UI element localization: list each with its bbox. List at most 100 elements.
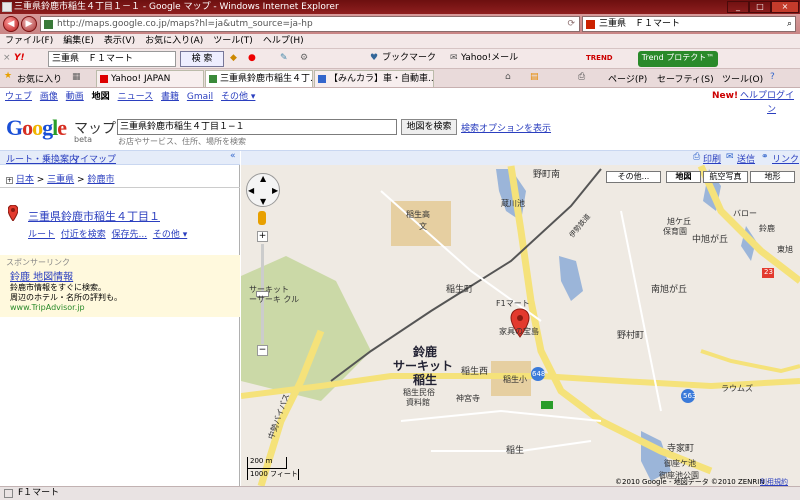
action-nearby[interactable]: 付近を検索: [61, 230, 106, 240]
nav-news[interactable]: ニュース: [118, 92, 154, 102]
menu-file[interactable]: ファイル(F): [0, 34, 58, 49]
ad-title-link[interactable]: 鈴鹿 地図情報: [10, 268, 73, 283]
google-logo[interactable]: Google: [6, 115, 67, 141]
tools-menu[interactable]: ツール(O): [722, 72, 763, 85]
send-link[interactable]: 送信: [737, 152, 755, 165]
star-icon[interactable]: ★: [4, 71, 12, 81]
record-icon[interactable]: ●: [248, 51, 256, 67]
trend-protect-button[interactable]: Trend プロテクト™: [638, 51, 718, 67]
tab-minkara[interactable]: 【みんカラ】車・自動車...: [314, 70, 434, 87]
pen-icon[interactable]: ✎: [280, 51, 288, 67]
favorites-button[interactable]: お気に入り: [17, 72, 62, 85]
action-route[interactable]: ルート: [28, 230, 55, 240]
result-marker-icon[interactable]: [7, 204, 19, 222]
map-label: 御座ケ池: [664, 459, 696, 468]
tab-google-maps[interactable]: 三重県鈴鹿市稲生４丁...: [205, 70, 313, 87]
send-icon[interactable]: ✉: [726, 152, 734, 162]
help-icon[interactable]: ?: [770, 72, 775, 82]
map-type-more[interactable]: その他...: [606, 171, 661, 183]
breadcrumb-mie[interactable]: 三重県: [47, 175, 74, 185]
minimize-button[interactable]: _: [727, 1, 749, 13]
permalink-link[interactable]: リンク: [772, 152, 799, 165]
link-icon[interactable]: ⚭: [761, 152, 769, 162]
zoom-in-button[interactable]: +: [257, 231, 268, 242]
print-icon[interactable]: ⎙: [578, 72, 585, 82]
close-window-button[interactable]: ×: [771, 1, 799, 13]
print-map-link[interactable]: 印刷: [703, 152, 721, 165]
map-view[interactable]: ⎙ 印刷 ✉ 送信 ⚭ リンク その他... 地図 航空写真 地形 ▲ ◀ ▶ …: [241, 151, 800, 486]
home-icon[interactable]: ⌂: [505, 72, 511, 82]
yahoo-search-button[interactable]: 検 索: [180, 51, 224, 67]
zoom-out-button[interactable]: −: [257, 345, 268, 356]
bookmark-button[interactable]: ブックマーク: [382, 51, 436, 67]
scale-bar-metric: 200 m: [247, 457, 287, 469]
pan-down-icon[interactable]: ▼: [260, 197, 266, 206]
tab-list-icon[interactable]: ▦: [72, 72, 81, 82]
trend-button[interactable]: TREND: [586, 51, 613, 67]
yahoo-toolbar: × Y! 三重県 Ｆ１マート 検 索 ◆ ● ✎ ⚙ ♥ ブックマーク ✉ Ya…: [0, 49, 800, 69]
ad-line-2: 周辺のホテル・名所の評判も。: [10, 293, 122, 302]
pan-left-icon[interactable]: ◀: [248, 186, 254, 195]
divider: [0, 187, 240, 188]
action-save[interactable]: 保存先...: [112, 230, 148, 240]
expand-icon[interactable]: +: [6, 177, 13, 184]
result-title[interactable]: 三重県鈴鹿市稲生４丁目１: [28, 208, 160, 224]
nav-images[interactable]: 画像: [40, 92, 58, 102]
pegman-icon[interactable]: [258, 211, 266, 225]
breadcrumb-suzuka[interactable]: 鈴鹿市: [87, 175, 114, 185]
menu-view[interactable]: 表示(V): [99, 34, 140, 49]
tab-yahoo[interactable]: Yahoo! JAPAN: [96, 70, 204, 87]
bus-stop-icon: [541, 401, 553, 409]
map-type-satellite[interactable]: 航空写真: [703, 171, 748, 183]
gear-icon[interactable]: ⚙: [300, 51, 308, 67]
maps-search-input[interactable]: 三重県鈴鹿市稲生４丁目１−１: [117, 119, 397, 135]
back-icon[interactable]: ◀: [3, 16, 19, 32]
site-favicon: [44, 20, 53, 29]
pan-up-icon[interactable]: ▲: [260, 174, 266, 183]
yahoo-tab-icon: [100, 75, 108, 83]
address-input[interactable]: http://maps.google.co.jp/maps?hl=ja&utm_…: [40, 16, 580, 32]
route-link[interactable]: ルート・乗換案内: [6, 152, 78, 165]
help-link[interactable]: ヘルプ: [740, 89, 767, 103]
search-map-button[interactable]: 地図を検索: [401, 119, 457, 135]
feed-icon[interactable]: ▤: [530, 72, 539, 82]
menu-help[interactable]: ヘルプ(H): [258, 34, 309, 49]
mymap-link[interactable]: マイマップ: [71, 152, 116, 165]
ad-url[interactable]: www.TripAdvisor.jp: [10, 303, 85, 312]
toolbar-close-icon[interactable]: ×: [3, 51, 11, 67]
yahoo-mail-button[interactable]: Yahoo!メール: [461, 51, 518, 67]
yahoo-logo-icon[interactable]: Y!: [14, 51, 25, 67]
breadcrumb-japan[interactable]: 日本: [16, 175, 34, 185]
pond-water: [559, 256, 583, 301]
collapse-sidebar-icon[interactable]: «: [230, 151, 236, 161]
main-road: [507, 165, 713, 475]
map-type-map[interactable]: 地図: [666, 171, 701, 183]
shield-icon[interactable]: ◆: [230, 51, 237, 67]
nav-video[interactable]: 動画: [66, 92, 84, 102]
print-map-icon[interactable]: ⎙: [693, 152, 700, 162]
nav-gmail[interactable]: Gmail: [187, 92, 213, 102]
refresh-icon[interactable]: ⟳: [567, 17, 575, 31]
map-type-terrain[interactable]: 地形: [750, 171, 795, 183]
terms-link[interactable]: 利用規約: [760, 477, 788, 486]
page-menu[interactable]: ページ(P): [608, 72, 647, 85]
maximize-button[interactable]: □: [749, 1, 771, 13]
bookmark-icon[interactable]: ♥: [370, 51, 378, 67]
safety-menu[interactable]: セーフティ(S): [657, 72, 714, 85]
nav-web[interactable]: ウェブ: [5, 92, 32, 102]
pan-right-icon[interactable]: ▶: [272, 186, 278, 195]
search-options-link[interactable]: 検索オプションを表示: [461, 121, 551, 134]
window-title: 三重県鈴鹿市稲生４丁目１－１ - Google マップ - Windows In…: [14, 2, 339, 12]
forward-icon[interactable]: ▶: [21, 16, 37, 32]
nav-books[interactable]: 書籍: [161, 92, 179, 102]
magnifier-icon[interactable]: ⌕: [787, 17, 792, 31]
menu-tools[interactable]: ツール(T): [208, 34, 258, 49]
ie-search-input[interactable]: 三重県 Ｆ１マート ⌕: [582, 16, 796, 32]
yahoo-toolbar-input[interactable]: 三重県 Ｆ１マート: [48, 51, 176, 67]
action-more[interactable]: その他 ▾: [153, 230, 187, 240]
nav-more[interactable]: その他 ▾: [221, 92, 255, 102]
menu-favorites[interactable]: お気に入り(A): [140, 34, 208, 49]
menu-edit[interactable]: 編集(E): [58, 34, 99, 49]
pan-control[interactable]: ▲ ◀ ▶ ▼: [246, 173, 280, 207]
mail-icon[interactable]: ✉: [450, 51, 458, 67]
